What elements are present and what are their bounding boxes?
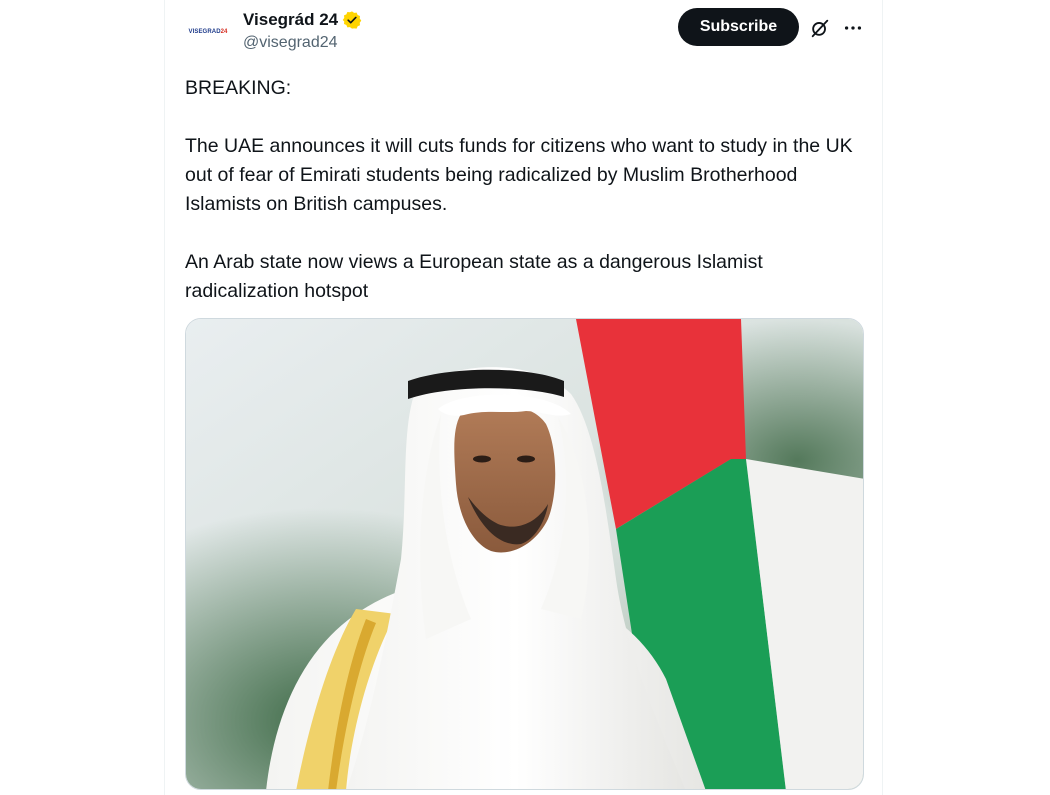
handle[interactable]: @visegrad24	[243, 34, 338, 52]
tweet-line-announcement: The UAE announces it will cuts funds for…	[185, 135, 853, 215]
tweet-line-breaking: BREAKING:	[185, 77, 292, 99]
photo-of-man-in-white-ghutra-with-uae-flag	[186, 319, 863, 789]
grok-icon[interactable]	[808, 16, 832, 40]
display-name[interactable]: Visegrád 24	[243, 10, 338, 30]
tweet-column: VISEGRAD24 Visegrád 24 @visegrad24 Subsc…	[164, 0, 883, 795]
avatar-logo-text: VISEGRAD24	[188, 29, 228, 35]
avatar[interactable]: VISEGRAD24	[184, 8, 232, 56]
verified-badge-icon[interactable]	[342, 10, 362, 30]
tweet-text: BREAKING: The UAE announces it will cuts…	[185, 74, 855, 306]
tweet-line-comment: An Arab state now views a European state…	[185, 251, 763, 302]
tweet-image[interactable]	[185, 318, 864, 790]
author-name-row: Visegrád 24	[243, 10, 362, 30]
more-icon[interactable]	[841, 16, 865, 40]
subscribe-button[interactable]: Subscribe	[678, 8, 799, 46]
